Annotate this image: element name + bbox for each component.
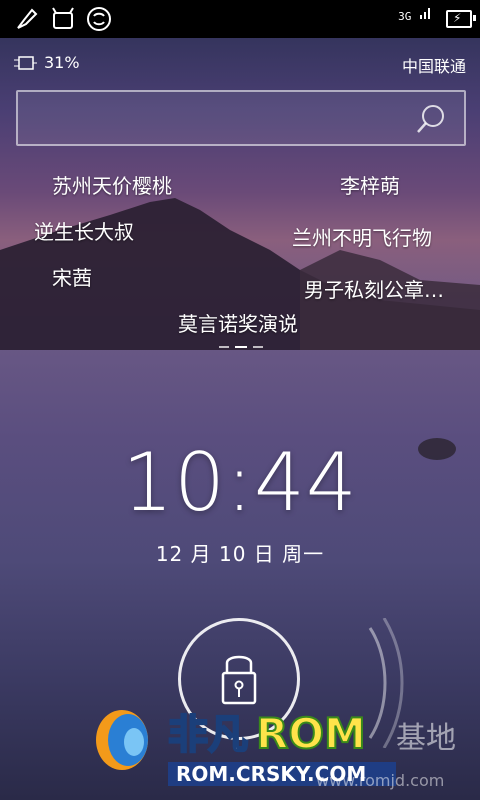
network-indicator: 3G — [398, 6, 432, 23]
carrier-name: 中国联通 — [401, 57, 466, 76]
page-dot — [219, 346, 229, 348]
clock-time: 10:44 — [122, 436, 358, 529]
watermark-url-2: www.romjd.com — [316, 771, 444, 790]
keyword-item[interactable]: 苏州天价樱桃 — [52, 170, 172, 199]
bot-icon — [50, 6, 76, 36]
battery-level: 31% — [14, 53, 80, 72]
watermark-emblem-icon — [96, 710, 148, 770]
watermark-brand-c: 基地 — [396, 721, 456, 756]
watermark-brand-a: 非凡 — [168, 712, 248, 758]
battery-percent: 31% — [44, 53, 80, 72]
search-icon[interactable] — [414, 102, 448, 140]
search-box[interactable] — [16, 90, 466, 146]
keyword-item[interactable]: 逆生长大叔 — [34, 216, 134, 245]
clock-date: 12 月 10 日 周一 — [155, 542, 325, 566]
keyword-item[interactable]: 莫言诺奖演说 — [178, 308, 298, 337]
battery-charging-icon: ⚡ — [446, 10, 476, 28]
signal-icon — [420, 8, 430, 19]
search-input[interactable] — [32, 104, 416, 134]
keyword-item[interactable]: 男子私刻公章… — [304, 274, 444, 303]
brush-icon — [14, 6, 40, 36]
page-dot — [253, 346, 263, 348]
battery-icon — [14, 55, 37, 70]
keyword-item[interactable]: 兰州不明飞行物 — [292, 222, 432, 251]
page-dot-active — [235, 346, 247, 348]
watermark-logo: 非凡 ROM 基地 ROM.CRSKY.COM www.romjd.com — [96, 708, 456, 790]
status-bar: 3G ⚡ — [0, 0, 480, 38]
keyword-item[interactable]: 宋茜 — [52, 262, 92, 291]
keyword-item[interactable]: 李梓萌 — [340, 170, 400, 199]
network-label: 3G — [398, 10, 412, 23]
s-icon — [86, 6, 112, 36]
info-bar: 31% 中国联通 — [0, 50, 480, 76]
page-indicator — [219, 346, 263, 348]
watermark-brand-b: ROM — [256, 709, 366, 758]
